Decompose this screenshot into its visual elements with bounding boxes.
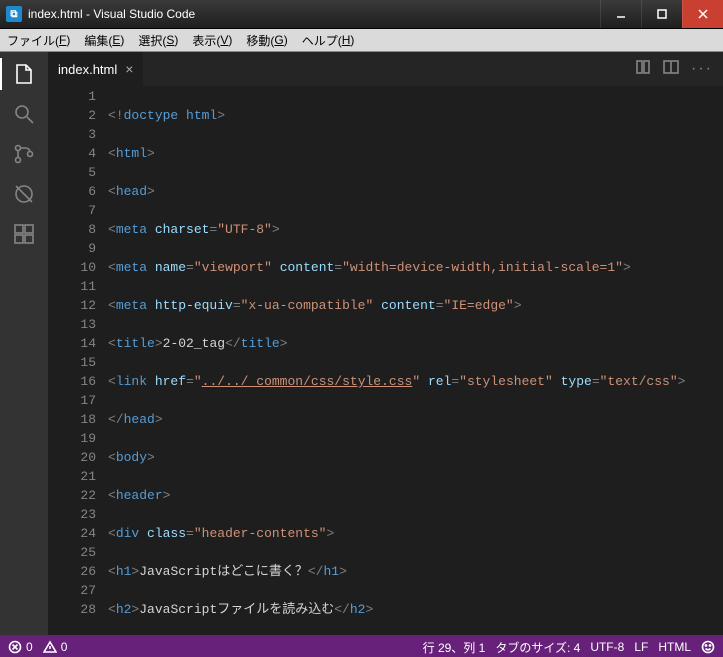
status-indentation[interactable]: タブのサイズ: 4: [495, 639, 580, 656]
search-icon[interactable]: [10, 100, 38, 128]
menu-select[interactable]: 選択(S): [131, 29, 185, 51]
feedback-icon[interactable]: [701, 640, 715, 654]
status-language[interactable]: HTML: [658, 640, 691, 654]
window-title: index.html - Visual Studio Code: [28, 7, 195, 21]
status-cursor-position[interactable]: 行 29、列 1: [423, 639, 486, 656]
window-titlebar: ⧉ index.html - Visual Studio Code: [0, 0, 723, 29]
compare-icon[interactable]: [635, 59, 651, 80]
code-text[interactable]: <!doctype html> <html> <head> <meta char…: [108, 87, 723, 635]
menu-go[interactable]: 移動(G): [239, 29, 294, 51]
editor-area: index.html × ··· 12345678910111213141516…: [48, 52, 723, 635]
editor-tabs: index.html × ···: [48, 52, 723, 87]
menu-view[interactable]: 表示(V): [185, 29, 239, 51]
status-eol[interactable]: LF: [634, 640, 648, 654]
extensions-icon[interactable]: [10, 220, 38, 248]
debug-icon[interactable]: [10, 180, 38, 208]
menu-bar: ファイル(F) 編集(E) 選択(S) 表示(V) 移動(G) ヘルプ(H): [0, 29, 723, 52]
vscode-icon: ⧉: [6, 6, 22, 22]
code-editor[interactable]: 1234567891011121314151617181920212223242…: [48, 87, 723, 635]
more-actions-icon[interactable]: ···: [691, 60, 713, 78]
status-bar: 0 0 行 29、列 1 タブのサイズ: 4 UTF-8 LF HTML: [0, 635, 723, 657]
status-errors[interactable]: 0: [8, 640, 33, 654]
explorer-icon[interactable]: [10, 60, 38, 88]
maximize-button[interactable]: [641, 0, 682, 28]
status-warnings[interactable]: 0: [43, 640, 68, 654]
minimize-button[interactable]: [600, 0, 641, 28]
line-numbers: 1234567891011121314151617181920212223242…: [48, 87, 108, 635]
tab-label: index.html: [58, 62, 117, 77]
status-encoding[interactable]: UTF-8: [590, 640, 624, 654]
tab-index-html[interactable]: index.html ×: [48, 52, 143, 86]
tab-actions: ···: [635, 52, 723, 86]
window-buttons: [600, 0, 723, 28]
activity-bar: [0, 52, 48, 635]
menu-edit[interactable]: 編集(E): [77, 29, 131, 51]
split-editor-icon[interactable]: [663, 59, 679, 80]
menu-help[interactable]: ヘルプ(H): [295, 29, 362, 51]
close-button[interactable]: [682, 0, 723, 28]
source-control-icon[interactable]: [10, 140, 38, 168]
menu-file[interactable]: ファイル(F): [0, 29, 77, 51]
tab-close-icon[interactable]: ×: [125, 62, 133, 76]
